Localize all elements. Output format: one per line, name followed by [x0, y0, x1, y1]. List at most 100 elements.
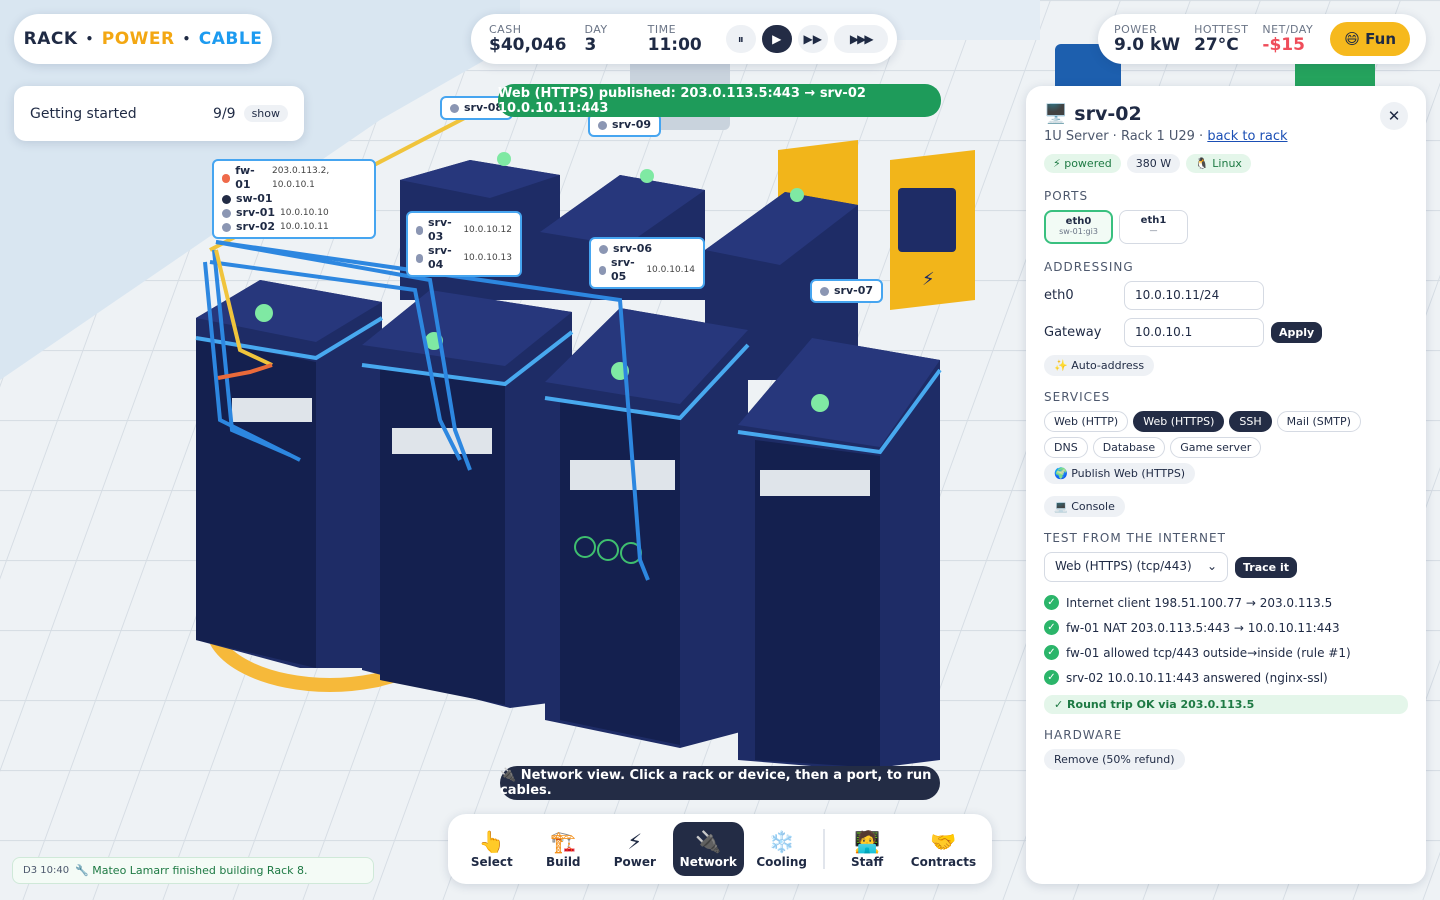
trace-row: Web (HTTPS) (tcp/443) ⌄ Trace it [1044, 552, 1408, 582]
service-dns[interactable]: DNS [1044, 437, 1088, 458]
trace-step-text: fw-01 NAT 203.0.113.5:443 → 10.0.10.11:4… [1066, 620, 1340, 635]
tool-power[interactable]: ⚡ Power [601, 822, 669, 876]
port-name: eth1 [1140, 215, 1167, 226]
service-mail-smtp[interactable]: Mail (SMTP) [1276, 411, 1361, 432]
device-name: sw-01 [236, 192, 273, 205]
service-game-server[interactable]: Game server [1170, 437, 1262, 458]
device-name: srv-09 [612, 118, 652, 131]
eth0-address-row: eth0 10.0.10.11/24 [1044, 281, 1408, 310]
check-icon: ✓ [1044, 645, 1059, 660]
log-message: 🔧 Mateo Lamarr finished building Rack 8. [75, 864, 308, 877]
service-web-https[interactable]: Web (HTTPS) [1133, 411, 1225, 432]
eth0-address-input[interactable]: 10.0.10.11/24 [1124, 281, 1264, 310]
rack-4-device-labels[interactable]: srv-07 [810, 279, 884, 303]
getting-started-title: Getting started [30, 105, 137, 122]
day-stat: DAY 3 [584, 24, 607, 55]
tool-contracts[interactable]: 🤝 Contracts [905, 822, 982, 876]
service-web-http[interactable]: Web (HTTP) [1044, 411, 1129, 432]
service-database[interactable]: Database [1092, 437, 1166, 458]
trace-step-text: fw-01 allowed tcp/443 outside→inside (ru… [1066, 645, 1351, 660]
cash-stat: CASH $40,046 [489, 24, 567, 55]
check-icon: ✓ [1044, 595, 1059, 610]
event-log: D3 10:40 🔧 Mateo Lamarr finished buildin… [12, 857, 374, 884]
status-dot [450, 103, 459, 113]
lightning-icon: ⚡ [627, 830, 643, 854]
tool-cooling[interactable]: ❄️ Cooling [748, 822, 816, 876]
device-name: fw-01 [235, 164, 255, 191]
trace-step: ✓ srv-02 10.0.10.11:443 answered (nginx-s… [1044, 665, 1408, 690]
device-ip: 10.0.10.11 [280, 222, 329, 232]
remove-button[interactable]: Remove (50% refund) [1044, 749, 1185, 770]
check-icon: ✓ [1044, 620, 1059, 635]
rack-3[interactable] [544, 308, 750, 748]
close-icon[interactable]: ✕ [1380, 102, 1408, 130]
device-ip: 203.0.113.2, 10.0.10.1 [271, 166, 330, 190]
console-button[interactable]: 💻 Console [1044, 496, 1125, 517]
tool-label: Contracts [910, 855, 977, 869]
service-ssh[interactable]: SSH [1229, 411, 1272, 432]
tool-build[interactable]: 🏗️ Build [530, 822, 598, 876]
play-button[interactable]: ▶ [761, 25, 792, 53]
status-dot [222, 208, 231, 218]
port-eth1[interactable]: eth1— [1119, 210, 1188, 244]
tool-select[interactable]: 👆 Select [458, 822, 526, 876]
device-name: srv-05 [611, 256, 635, 283]
apply-button[interactable]: Apply [1271, 322, 1323, 343]
facility-stats-bar: POWER 9.0 kW HOTTEST 27°C NET/DAY -$15 😄 Fu… [1098, 14, 1426, 64]
hottest-stat: HOTTEST 27°C [1194, 24, 1248, 55]
status-light [497, 152, 511, 166]
tool-label: Select [470, 855, 513, 869]
tool-staff[interactable]: 🧑‍💻 Staff [833, 822, 901, 876]
status-dot [416, 225, 423, 235]
getting-started-progress: 9/9 [213, 105, 236, 122]
device-location: 1U Server · Rack 1 U29 · [1044, 129, 1208, 144]
getting-started-panel[interactable]: Getting started 9/9 show [14, 86, 304, 141]
device-name: srv-06 [613, 242, 653, 255]
tool-network[interactable]: 🔌 Network [672, 822, 744, 876]
rack-3-device-labels[interactable]: srv-06 srv-05 10.0.10.14 [589, 237, 705, 289]
test-service-select[interactable]: Web (HTTPS) (tcp/443) ⌄ [1044, 552, 1228, 582]
trace-step: ✓ Internet client 198.51.100.77 → 203.0.1… [1044, 590, 1408, 615]
trace-button[interactable]: Trace it [1235, 556, 1297, 578]
logo-separator: • [85, 32, 94, 46]
rack-2-device-labels[interactable]: srv-03 10.0.10.12 srv-04 10.0.10.13 [406, 211, 522, 277]
ports-heading: PORTS [1044, 189, 1089, 203]
fun-button[interactable]: 😄 Fun [1330, 22, 1410, 56]
gateway-row: Gateway 10.0.10.1 Apply [1044, 318, 1408, 347]
rack-4[interactable] [737, 338, 942, 770]
speed-controls: ⏸ ▶ ▶▶ ▶▶▶ [725, 25, 888, 53]
port-eth0[interactable]: eth0 sw-01:gi3 [1044, 210, 1113, 244]
trace-step-text: srv-02 10.0.10.11:443 answered (nginx-ss… [1066, 670, 1328, 685]
log-time: D3 10:40 [23, 865, 70, 876]
gateway-input[interactable]: 10.0.10.1 [1124, 318, 1264, 347]
show-button[interactable]: show [243, 105, 288, 122]
fastest-button[interactable]: ▶▶▶ [833, 25, 888, 53]
power-stat: POWER 9.0 kW [1114, 24, 1180, 55]
port-name: eth0 [1065, 216, 1092, 227]
trace-step-text: Internet client 198.51.100.77 → 203.0.11… [1066, 595, 1333, 610]
publish-web-https-button[interactable]: 🌍 Publish Web (HTTPS) [1044, 463, 1196, 484]
status-dot [598, 120, 607, 130]
test-service-value: Web (HTTPS) (tcp/443) [1055, 559, 1192, 573]
back-to-rack-link[interactable]: back to rack [1207, 129, 1287, 144]
publish-toast: Web (HTTPS) published: 203.0.113.5:443 →… [498, 84, 941, 117]
lightning-icon: ⚡ [922, 269, 935, 290]
tool-label: Network [679, 855, 737, 869]
pause-button[interactable]: ⏸ [725, 25, 756, 53]
cash-value: $40,046 [489, 35, 567, 55]
status-light [811, 394, 829, 412]
device-name: srv-03 [428, 216, 452, 243]
tool-label: Cooling [756, 855, 807, 869]
device-ip: 10.0.10.12 [463, 225, 512, 235]
status-dot [820, 286, 829, 296]
plug-icon: 🔌 [695, 830, 722, 854]
auto-address-button[interactable]: ✨ Auto-address [1044, 355, 1155, 376]
fast-forward-button[interactable]: ▶▶ [797, 25, 828, 53]
rack-2[interactable] [361, 290, 574, 708]
os-badge: 🐧 Linux [1186, 154, 1251, 173]
pointer-icon: 👆 [478, 830, 505, 854]
status-dot [222, 222, 231, 232]
rack-1-device-labels[interactable]: fw-01 203.0.113.2, 10.0.10.1 sw-01 srv-01… [212, 159, 376, 239]
device-name: srv-02 [236, 220, 276, 233]
device-name: srv-04 [428, 244, 452, 271]
